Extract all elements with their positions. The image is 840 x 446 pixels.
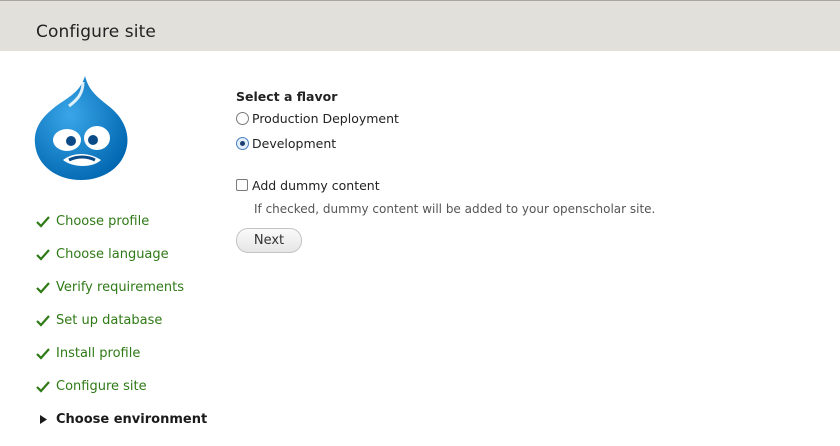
step-label: Verify requirements — [56, 280, 185, 295]
step-label: Choose language — [56, 247, 169, 262]
step-label: Choose profile — [56, 214, 150, 229]
radio-label: Development — [252, 136, 337, 151]
step-label: Set up database — [56, 313, 163, 328]
checkmark-icon — [36, 216, 50, 228]
step-label: Configure site — [56, 379, 147, 394]
radio-production-deployment[interactable]: Production Deployment — [236, 111, 399, 129]
next-button[interactable]: Next — [236, 228, 302, 253]
step-install-profile: Install profile — [36, 345, 207, 378]
page-title: Configure site — [36, 22, 156, 42]
flavor-label: Select a flavor — [236, 89, 338, 104]
step-label: Choose environment — [56, 412, 208, 427]
dummy-content-checkbox[interactable]: Add dummy content — [236, 178, 380, 196]
checkmark-icon — [36, 315, 50, 327]
checkbox-label: Add dummy content — [252, 178, 380, 193]
step-choose-language: Choose language — [36, 246, 207, 279]
checkmark-icon — [36, 381, 50, 393]
environment-form: Select a flavor Production Deployment De… — [236, 89, 655, 253]
drupal-logo-icon — [34, 76, 128, 180]
step-choose-profile: Choose profile — [36, 213, 207, 246]
radio-unchecked-icon[interactable] — [236, 112, 249, 125]
checkmark-icon — [36, 348, 50, 360]
page-header: Configure site — [0, 0, 840, 51]
radio-label: Production Deployment — [252, 111, 399, 126]
checkmark-icon — [36, 249, 50, 261]
radio-development[interactable]: Development — [236, 136, 336, 154]
step-configure-site: Configure site — [36, 378, 207, 411]
checkmark-icon — [36, 282, 50, 294]
install-steps: Choose profile Choose language Verify re… — [36, 213, 207, 444]
checkbox-icon[interactable] — [236, 179, 248, 191]
dummy-content-description: If checked, dummy content will be added … — [254, 202, 656, 216]
step-choose-environment: Choose environment — [36, 411, 207, 444]
step-verify-requirements: Verify requirements — [36, 279, 207, 312]
step-set-up-database: Set up database — [36, 312, 207, 345]
triangle-right-icon — [40, 415, 47, 424]
radio-checked-icon[interactable] — [236, 137, 249, 150]
step-label: Install profile — [56, 346, 141, 361]
